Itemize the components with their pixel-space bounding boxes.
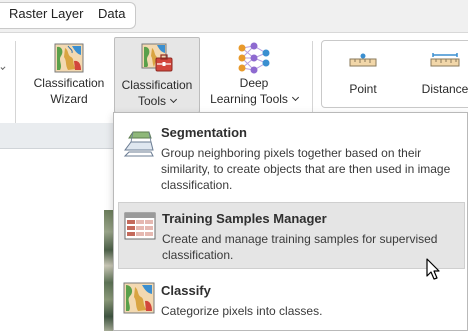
classification-tools-label-2: Tools bbox=[115, 94, 199, 109]
menu-item-segmentation[interactable]: Segmentation Group neighboring pixels to… bbox=[118, 119, 465, 194]
chevron-down-icon bbox=[169, 95, 178, 104]
training-samples-icon bbox=[124, 212, 156, 240]
neural-network-icon bbox=[238, 42, 270, 74]
menu-item-title: Segmentation bbox=[161, 125, 247, 140]
ruler-point-icon bbox=[349, 53, 377, 67]
menu-item-description: Create and manage training samples for s… bbox=[162, 232, 438, 262]
deep-learning-label-text: Learning Tools bbox=[210, 92, 288, 106]
measure-point-label: Point bbox=[349, 82, 377, 96]
segmentation-icon bbox=[123, 131, 154, 157]
mouse-cursor-icon bbox=[426, 258, 440, 280]
menu-item-description: Categorize pixels into classes. bbox=[161, 304, 323, 318]
classification-wizard-label-1: Classification bbox=[33, 76, 105, 90]
menu-item-training-samples-manager[interactable]: Training Samples Manager Create and mana… bbox=[118, 202, 465, 269]
classification-tools-menu: Segmentation Group neighboring pixels to… bbox=[113, 112, 468, 331]
classification-tools-icon bbox=[141, 43, 173, 72]
classification-wizard-icon bbox=[54, 43, 84, 73]
classification-tools-button[interactable]: Classification Tools bbox=[114, 37, 200, 113]
classification-wizard-button[interactable]: Classification Wizard bbox=[27, 36, 111, 114]
tab-data[interactable]: Data bbox=[98, 6, 125, 21]
app-window: Raster Layer Data Classification Wizard bbox=[0, 0, 468, 331]
deep-learning-label-2: Learning Tools bbox=[204, 92, 304, 107]
chevron-down-icon bbox=[291, 93, 299, 102]
classification-wizard-label-2: Wizard bbox=[50, 92, 88, 106]
menu-item-title: Training Samples Manager bbox=[162, 211, 327, 226]
tab-raster-layer[interactable]: Raster Layer bbox=[9, 6, 83, 21]
ribbon-separator bbox=[15, 41, 16, 129]
classify-icon bbox=[123, 282, 155, 314]
deep-learning-label-1: Deep bbox=[239, 76, 269, 90]
ribbon-tab-strip: Raster Layer Data bbox=[0, 0, 468, 32]
classification-tools-label-text: Tools bbox=[137, 94, 166, 108]
measure-point-button[interactable]: Point bbox=[340, 50, 386, 96]
ruler-distance-icon bbox=[430, 53, 460, 67]
menu-item-classify[interactable]: Classify Categorize pixels into classes. bbox=[118, 277, 465, 327]
menu-item-title: Classify bbox=[161, 283, 211, 298]
measure-distance-label: Distance bbox=[421, 82, 468, 96]
menu-item-description: Group neighboring pixels together based … bbox=[161, 146, 451, 192]
classification-tools-label-1: Classification bbox=[121, 78, 193, 92]
measure-distance-button[interactable]: Distance bbox=[418, 50, 468, 96]
deep-learning-tools-button[interactable]: Deep Learning Tools bbox=[204, 36, 304, 114]
